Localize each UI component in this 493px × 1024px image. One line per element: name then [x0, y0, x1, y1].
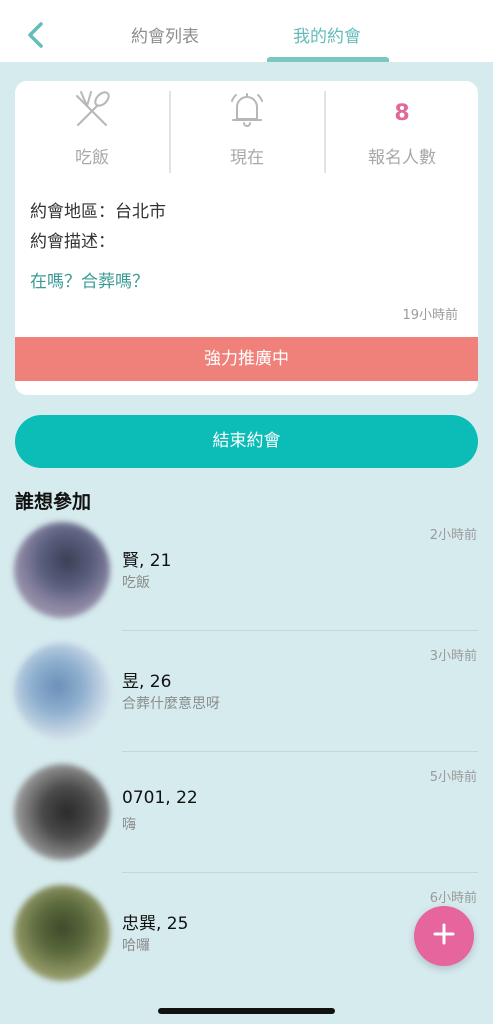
participant-name: 賢, 21	[122, 551, 172, 571]
participant-message: 合葬什麼意思呀	[122, 696, 220, 712]
signup-label: 報名人數	[368, 148, 436, 168]
add-button[interactable]	[414, 906, 474, 966]
posted-time: 19小時前	[402, 308, 458, 323]
participant-name: 忠巽, 25	[122, 914, 189, 934]
date-description-label: 約會描述：	[30, 232, 115, 252]
stat-signups: 8 報名人數	[325, 89, 478, 179]
home-indicator[interactable]	[158, 1008, 335, 1014]
plus-icon	[433, 923, 455, 949]
top-bar: 約會列表 我的約會	[0, 0, 493, 62]
participant-message: 嗨	[122, 817, 136, 833]
activity-label: 吃飯	[75, 148, 109, 168]
participant-message: 哈囉	[122, 938, 150, 954]
promo-banner: 強力推廣中	[15, 337, 478, 381]
stat-activity: 吃飯	[15, 89, 169, 179]
tab-date-list[interactable]: 約會列表	[95, 22, 235, 47]
participant-name: 昱, 26	[122, 672, 172, 692]
reply-time: 3小時前	[429, 649, 477, 664]
list-item[interactable]: 5小時前 0701, 22 嗨	[0, 764, 493, 885]
avatar[interactable]	[14, 764, 110, 860]
signup-count: 8	[394, 101, 410, 126]
list-item[interactable]: 2小時前 賢, 21 吃飯	[0, 522, 493, 643]
divider	[122, 872, 478, 873]
reply-time: 5小時前	[429, 770, 477, 785]
date-description: 在嗎？合葬嗎？	[30, 272, 149, 292]
section-title: 誰想參加	[15, 491, 92, 513]
list-item[interactable]: 3小時前 昱, 26 合葬什麼意思呀	[0, 643, 493, 764]
avatar[interactable]	[14, 885, 110, 981]
tab-my-dates[interactable]: 我的約會	[257, 22, 397, 47]
reply-time: 6小時前	[429, 891, 477, 906]
reply-time: 2小時前	[429, 528, 477, 543]
end-date-button[interactable]: 結束約會	[15, 415, 478, 468]
avatar[interactable]	[14, 643, 110, 739]
date-location: 約會地區：台北市	[30, 202, 166, 222]
stat-time: 現在	[170, 89, 324, 179]
back-chevron-icon[interactable]	[22, 20, 52, 50]
participant-name: 0701, 22	[122, 788, 198, 808]
participant-message: 吃飯	[122, 575, 150, 591]
avatar[interactable]	[14, 522, 110, 618]
time-label: 現在	[230, 148, 264, 168]
divider	[122, 630, 478, 631]
divider	[122, 751, 478, 752]
utensils-icon	[72, 89, 112, 133]
active-tab-indicator	[267, 57, 389, 62]
date-card: 吃飯 現在 8 報名人數 約會地區：台北市 約會描述： 在嗎？合葬嗎？ 19小時…	[15, 81, 478, 395]
bell-icon	[227, 89, 267, 133]
